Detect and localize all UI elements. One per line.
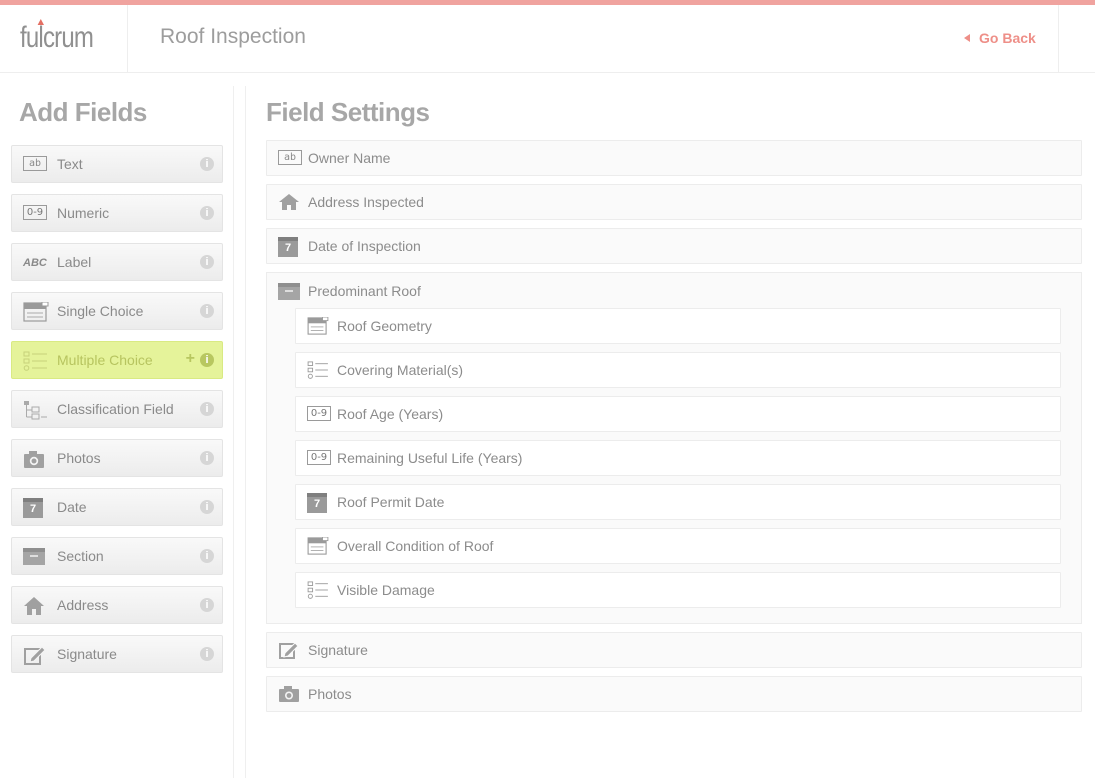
field-visible-damage[interactable]: Visible Damage: [295, 572, 1061, 608]
column-divider: [233, 86, 234, 778]
single-choice-icon: [307, 317, 329, 335]
single-choice-icon: [307, 537, 329, 555]
camera-icon: [279, 686, 299, 702]
field-signature[interactable]: Signature: [266, 632, 1082, 668]
header-divider: [127, 5, 128, 73]
field-owner-name[interactable]: ab Owner Name: [266, 140, 1082, 176]
calendar-icon: 7: [278, 237, 298, 257]
multiple-choice-icon: [307, 581, 328, 599]
signature-icon: [24, 646, 46, 665]
info-icon[interactable]: i: [200, 206, 214, 220]
single-choice-icon: [23, 302, 49, 322]
info-icon[interactable]: i: [200, 402, 214, 416]
back-arrow-icon: [964, 34, 970, 42]
info-icon[interactable]: i: [200, 549, 214, 563]
add-numeric-field-button[interactable]: 0-9 Numeric i: [11, 194, 223, 232]
field-date-of-inspection[interactable]: 7 Date of Inspection: [266, 228, 1082, 264]
add-section-button[interactable]: Section i: [11, 537, 223, 575]
calendar-icon: 7: [23, 498, 43, 518]
field-settings-heading: Field Settings: [266, 97, 430, 127]
field-roof-geometry[interactable]: Roof Geometry: [295, 308, 1061, 344]
field-roof-age[interactable]: 0-9 Roof Age (Years): [295, 396, 1061, 432]
add-label-field-button[interactable]: ABC Label i: [11, 243, 223, 281]
info-icon[interactable]: i: [200, 451, 214, 465]
add-signature-field-button[interactable]: Signature i: [11, 635, 223, 673]
add-multiple-choice-button[interactable]: Multiple Choice + i: [11, 341, 223, 379]
add-date-field-button[interactable]: 7 Date i: [11, 488, 223, 526]
calendar-icon: 7: [307, 493, 327, 513]
field-overall-condition[interactable]: Overall Condition of Roof: [295, 528, 1061, 564]
signature-icon: [279, 642, 299, 659]
add-photos-field-button[interactable]: Photos i: [11, 439, 223, 477]
add-plus-icon[interactable]: +: [186, 351, 195, 367]
info-icon[interactable]: i: [200, 353, 214, 367]
numeric-field-icon: 0-9: [23, 205, 47, 220]
classification-icon: [24, 401, 47, 420]
field-covering-materials[interactable]: Covering Material(s): [295, 352, 1061, 388]
section-label: Predominant Roof: [308, 283, 421, 299]
header-divider: [1058, 5, 1059, 73]
house-icon: [279, 194, 299, 210]
section-box-icon: [23, 548, 45, 565]
logo-accent-icon: [37, 19, 44, 25]
multiple-choice-icon: [23, 351, 47, 371]
label-field-icon: ABC: [23, 257, 47, 269]
add-address-field-button[interactable]: Address i: [11, 586, 223, 624]
field-address-inspected[interactable]: Address Inspected: [266, 184, 1082, 220]
add-single-choice-button[interactable]: Single Choice i: [11, 292, 223, 330]
app-header: fulcrum Roof Inspection Go Back: [0, 5, 1095, 73]
field-photos[interactable]: Photos: [266, 676, 1082, 712]
field-remaining-useful-life[interactable]: 0-9 Remaining Useful Life (Years): [295, 440, 1061, 476]
add-classification-field-button[interactable]: Classification Field i: [11, 390, 223, 428]
info-icon[interactable]: i: [200, 598, 214, 612]
numeric-field-icon: 0-9: [307, 406, 331, 421]
text-field-icon: ab: [23, 156, 47, 171]
camera-icon: [24, 451, 44, 468]
info-icon[interactable]: i: [200, 157, 214, 171]
add-fields-heading: Add Fields: [19, 97, 147, 127]
text-field-icon: ab: [278, 150, 302, 165]
add-text-field-button[interactable]: ab Text i: [11, 145, 223, 183]
house-icon: [24, 597, 44, 615]
page-title: Roof Inspection: [160, 25, 306, 48]
section-box-icon: [278, 283, 300, 300]
field-roof-permit-date[interactable]: 7 Roof Permit Date: [295, 484, 1061, 520]
column-divider: [245, 86, 246, 778]
multiple-choice-icon: [307, 361, 328, 379]
info-icon[interactable]: i: [200, 255, 214, 269]
info-icon[interactable]: i: [200, 647, 214, 661]
info-icon[interactable]: i: [200, 304, 214, 318]
numeric-field-icon: 0-9: [307, 450, 331, 465]
go-back-button[interactable]: Go Back: [964, 30, 1036, 46]
info-icon[interactable]: i: [200, 500, 214, 514]
fulcrum-logo[interactable]: fulcrum: [20, 19, 94, 55]
